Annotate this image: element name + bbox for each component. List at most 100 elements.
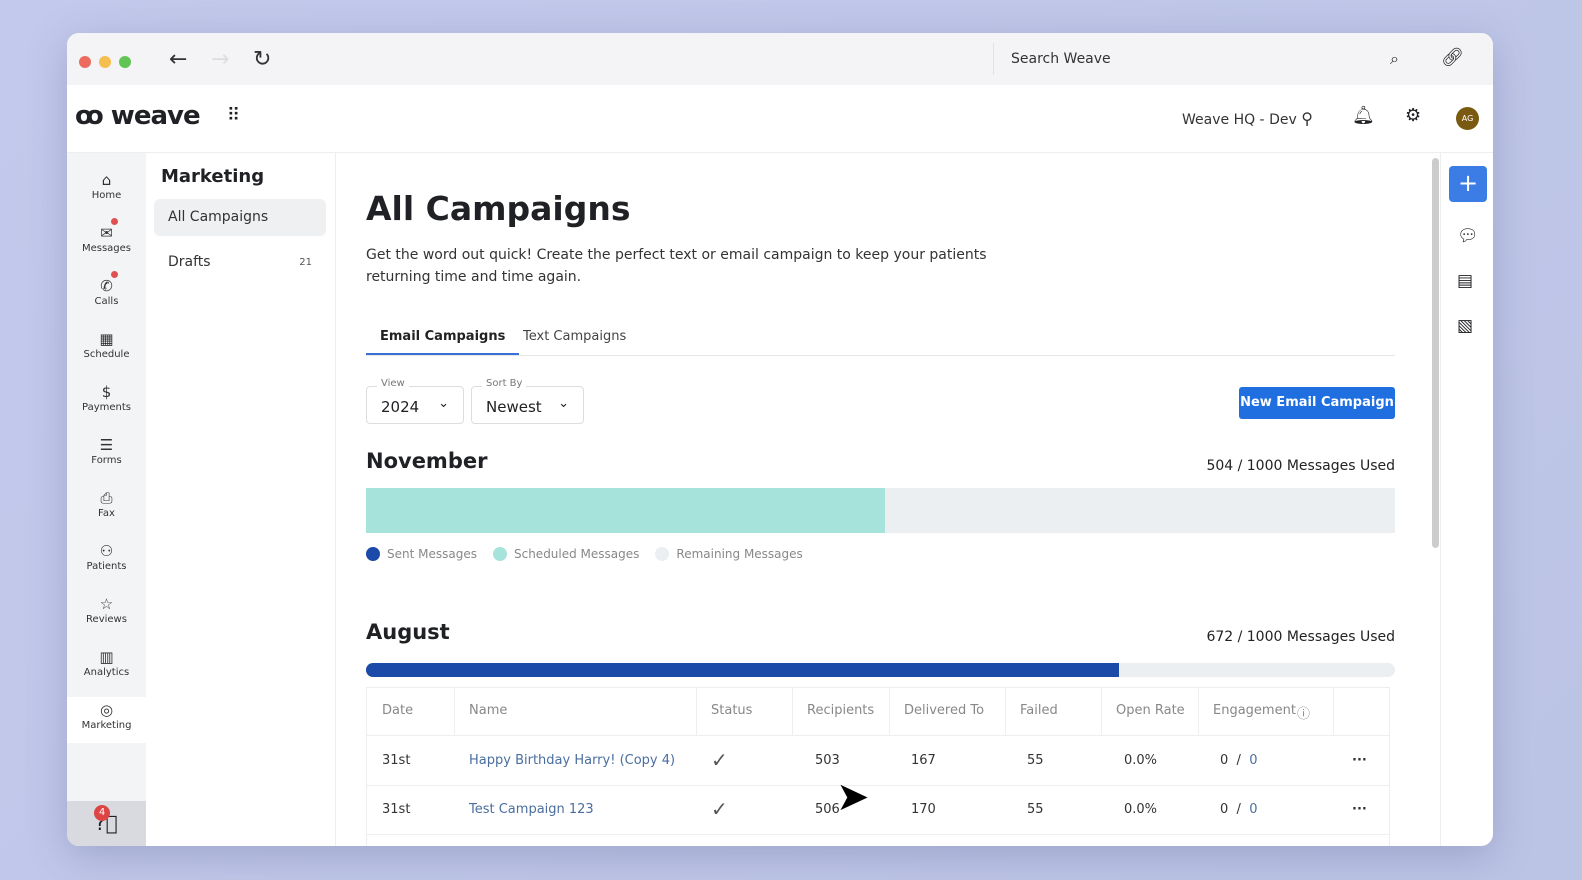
- nav-label: Home: [91, 190, 122, 201]
- delivered-cell: 170: [911, 802, 936, 817]
- notification-dot: [111, 271, 118, 278]
- calls-icon: ✆: [100, 277, 113, 295]
- drafts-count: 21: [299, 257, 312, 268]
- form-icon[interactable]: ▤: [1457, 271, 1473, 291]
- table-row[interactable]: 31st Happy Birthday Harry! (Copy 4) ✓ 50…: [367, 737, 1389, 786]
- usage-bar-fill: [366, 663, 1120, 677]
- column-divider: [889, 688, 890, 736]
- nav-item-analytics[interactable]: ▥ Analytics: [67, 644, 146, 690]
- marketing-icon: ◎: [99, 701, 114, 719]
- sidebar-item-all-campaigns[interactable]: All Campaigns: [154, 199, 326, 236]
- nav-label: Patients: [86, 561, 127, 572]
- help-badge: 4: [94, 805, 110, 821]
- nav-item-calls[interactable]: ✆ Calls: [67, 271, 146, 319]
- back-arrow-icon[interactable]: ←: [169, 47, 187, 72]
- legend-swatch: [655, 547, 670, 561]
- nav-item-home[interactable]: ⌂ Home: [67, 167, 146, 213]
- nav-item-forms[interactable]: ☰ Forms: [67, 432, 146, 478]
- scrollbar[interactable]: [1432, 158, 1439, 548]
- nav-label: Reviews: [86, 614, 127, 625]
- status-check-icon: ✓: [711, 748, 728, 772]
- close-window-button[interactable]: [79, 56, 91, 68]
- home-icon: ⌂: [101, 171, 112, 189]
- help-button[interactable]: ?⃝ 4: [67, 801, 146, 846]
- nav-item-reviews[interactable]: ☆ Reviews: [67, 591, 146, 637]
- column-header[interactable]: Status: [711, 703, 752, 718]
- gear-icon[interactable]: ⚙: [1405, 105, 1421, 126]
- nav-item-patients[interactable]: ⚇ Patients: [67, 538, 146, 584]
- column-header[interactable]: Date: [382, 703, 413, 718]
- maximize-window-button[interactable]: [119, 56, 131, 68]
- column-header[interactable]: Recipients: [807, 703, 874, 718]
- legend-label: Scheduled Messages: [513, 547, 640, 561]
- sidebar-item-label: Drafts: [168, 254, 211, 270]
- chevron-down-icon: ⌄: [438, 396, 449, 411]
- legend-swatch: [492, 547, 507, 561]
- location-selector[interactable]: Weave HQ - Dev ⚲: [1182, 109, 1313, 128]
- view-select[interactable]: View 2024 ⌄: [366, 378, 464, 424]
- delivered-cell: 167: [911, 753, 936, 768]
- column-divider: [696, 688, 697, 736]
- nav-label: Schedule: [83, 349, 130, 360]
- info-icon[interactable]: ⓘ: [1297, 703, 1310, 722]
- link-icon[interactable]: 🔗︎: [1441, 47, 1464, 68]
- column-header[interactable]: Name: [469, 703, 507, 718]
- schedule-icon: ▦: [99, 330, 114, 348]
- new-email-campaign-button[interactable]: New Email Campaign: [1239, 387, 1395, 419]
- view-value: 2024: [381, 398, 420, 416]
- sort-value: Newest: [486, 398, 542, 416]
- activity-icon[interactable]: ▧: [1457, 316, 1473, 336]
- add-button[interactable]: +: [1449, 166, 1487, 202]
- bell-icon[interactable]: 🔔︎: [1352, 105, 1375, 126]
- sidebar-item-drafts[interactable]: Drafts 21: [154, 244, 326, 281]
- column-header[interactable]: Failed: [1020, 703, 1058, 718]
- minimize-window-button[interactable]: [99, 56, 111, 68]
- tab-email-campaigns[interactable]: Email Campaigns: [366, 329, 520, 355]
- nav-item-schedule[interactable]: ▦ Schedule: [67, 326, 146, 372]
- usage-bar-fill: [366, 488, 885, 533]
- column-divider: [1005, 688, 1006, 736]
- column-divider: [454, 688, 455, 736]
- marketing-sidebar: Marketing All Campaigns Drafts 21: [146, 153, 336, 846]
- nav-label: Forms: [91, 455, 122, 466]
- sort-label: Sort By: [482, 378, 527, 389]
- engagement-link[interactable]: 0: [1249, 802, 1257, 817]
- browser-window: ← → ↻ Search Weave ⌕ 🔗︎ ꝏ weave ⠿ Weave H…: [67, 33, 1493, 846]
- tab-text-campaigns[interactable]: Text Campaigns: [523, 329, 626, 344]
- weave-logo[interactable]: ꝏ weave: [75, 101, 201, 131]
- open-rate-cell: 0.0%: [1124, 753, 1158, 768]
- page-title: All Campaigns: [366, 189, 631, 228]
- search-icon[interactable]: ⌕: [1390, 43, 1399, 75]
- legend-swatch: [366, 547, 380, 561]
- sidebar-item-label: All Campaigns: [168, 209, 269, 225]
- campaign-name-link[interactable]: Test Campaign 123: [469, 802, 594, 817]
- search-input[interactable]: Search Weave ⌕: [993, 43, 1403, 75]
- campaigns-table: Date Name Status Recipients Delivered To Fail…: [366, 687, 1390, 846]
- column-header[interactable]: Delivered To: [904, 703, 984, 718]
- sort-select[interactable]: Sort By Newest ⌄: [471, 378, 584, 424]
- date-cell: 31st: [382, 802, 411, 817]
- campaign-name-link[interactable]: Happy Birthday Harry! (Copy 4): [469, 753, 675, 768]
- location-pin-icon: ⚲: [1301, 109, 1313, 128]
- more-actions-icon[interactable]: ···: [1352, 753, 1367, 768]
- engagement-cell: 0 / 0: [1220, 802, 1258, 817]
- nav-label: Calls: [94, 296, 119, 307]
- legend-label: Remaining Messages: [676, 547, 803, 561]
- nav-item-fax[interactable]: ⎙ Fax: [67, 485, 146, 531]
- forward-arrow-icon[interactable]: →: [211, 47, 229, 72]
- column-divider: [1198, 688, 1199, 736]
- more-actions-icon[interactable]: ···: [1352, 802, 1367, 817]
- avatar[interactable]: AG: [1456, 107, 1479, 130]
- nav-item-payments[interactable]: $ Payments: [67, 379, 146, 425]
- nav-item-marketing[interactable]: ◎ Marketing: [67, 697, 146, 743]
- chat-icon[interactable]: 💬︎: [1457, 226, 1479, 246]
- table-row[interactable]: 31st Test Campaign 123 ✓ 506 170 55 0.0%…: [367, 786, 1389, 835]
- nav-item-messages[interactable]: ✉ Messages: [67, 218, 146, 266]
- column-header[interactable]: Open Rate: [1116, 703, 1185, 718]
- reload-icon[interactable]: ↻: [253, 47, 271, 72]
- messages-used-august: 672 / 1000 Messages Used: [1206, 629, 1395, 645]
- column-header[interactable]: Engagement: [1213, 703, 1296, 718]
- recipients-cell: 503: [815, 753, 840, 768]
- app-grid-icon[interactable]: ⠿: [227, 105, 240, 126]
- engagement-link[interactable]: 0: [1249, 753, 1257, 768]
